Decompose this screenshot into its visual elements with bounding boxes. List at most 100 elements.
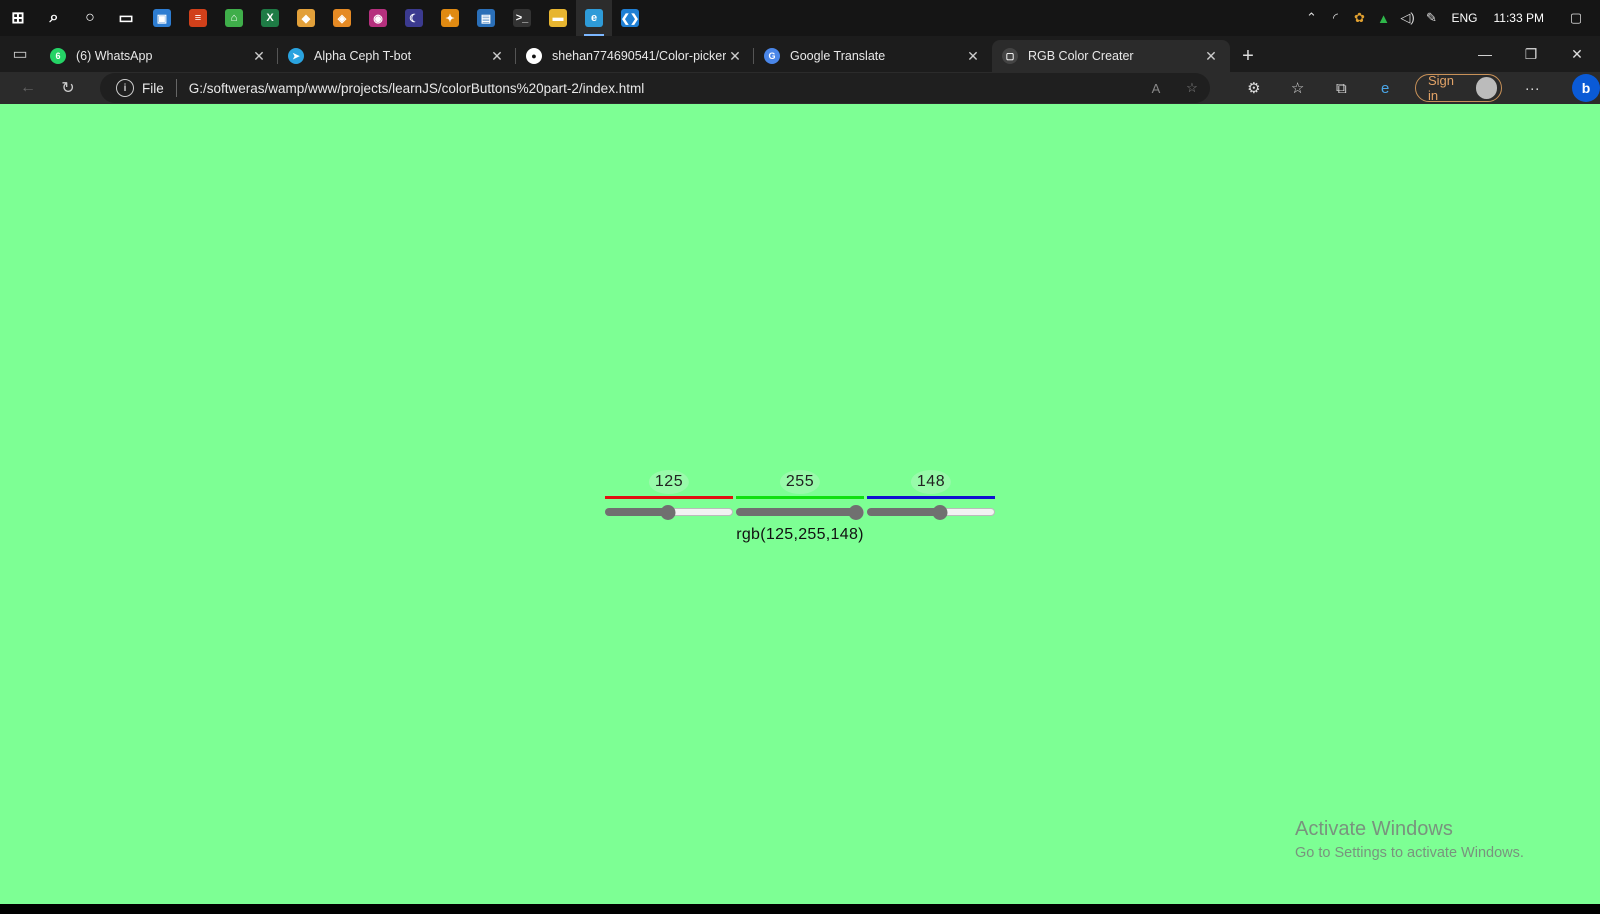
- excel-icon-glyph: X: [261, 9, 279, 27]
- app-icon-7[interactable]: ▤: [468, 0, 504, 36]
- red-channel: 125: [605, 470, 733, 526]
- tab-2[interactable]: ➤ Alpha Ceph T-bot ✕: [278, 40, 516, 72]
- tab-actions-icon[interactable]: ▭: [0, 36, 40, 72]
- app-icon-4[interactable]: ◈: [324, 0, 360, 36]
- sign-in-button[interactable]: Sign in: [1415, 73, 1503, 103]
- address-divider: [175, 79, 177, 97]
- tab-close-icon[interactable]: ✕: [964, 47, 982, 65]
- app-icon-6[interactable]: ✦: [432, 0, 468, 36]
- app-icon-2-glyph: ≡: [189, 9, 207, 27]
- tab-close-icon[interactable]: ✕: [250, 47, 268, 65]
- green-slider-fill: [736, 508, 856, 516]
- collections-icon[interactable]: ⧉: [1320, 72, 1364, 104]
- tab-4[interactable]: G Google Translate ✕: [754, 40, 992, 72]
- excel-icon[interactable]: X: [252, 0, 288, 36]
- app-icon-4-glyph: ◈: [333, 9, 351, 27]
- tab-title: (6) WhatsApp: [76, 49, 153, 63]
- app-icon-5[interactable]: ◉: [360, 0, 396, 36]
- channel-sliders: 125 255 148: [605, 470, 995, 526]
- watermark-title: Activate Windows: [1295, 818, 1453, 840]
- add-favorite-icon[interactable]: ☆: [1174, 80, 1210, 96]
- file-explorer-icon-glyph: ▬: [549, 9, 567, 27]
- terminal-icon-glyph: >_: [513, 9, 531, 27]
- minimize-icon[interactable]: —: [1462, 36, 1508, 72]
- browser-toolbar: ← ↻ i File G:/softweras/wamp/www/project…: [0, 72, 1600, 104]
- cortana-icon-glyph: ○: [85, 9, 95, 26]
- tab-title: shehan774690541/Color-picker-: [552, 49, 726, 63]
- toolbar-right: ⚙ ☆ ⧉ e Sign in ··· b: [1232, 72, 1600, 104]
- extensions-icon[interactable]: ⚙: [1232, 72, 1276, 104]
- color-picker: 125 255 148 rgb(125,255,148): [605, 470, 995, 544]
- tab-list: 6 (6) WhatsApp ✕ ➤ Alpha Ceph T-bot ✕ ● shehan7…: [40, 40, 1230, 72]
- tab-close-icon[interactable]: ✕: [488, 47, 506, 65]
- eclipse-icon[interactable]: ☾: [396, 0, 432, 36]
- tab-title: Alpha Ceph T-bot: [314, 49, 412, 63]
- file-explorer-icon[interactable]: ▬: [540, 0, 576, 36]
- new-tab-button[interactable]: +: [1230, 40, 1266, 72]
- sign-in-label: Sign in: [1428, 73, 1455, 103]
- blue-slider-thumb[interactable]: [932, 505, 948, 520]
- more-options-icon[interactable]: ···: [1510, 72, 1554, 104]
- volume-icon[interactable]: ◁): [1396, 0, 1420, 36]
- tab-favicon-icon: G: [764, 48, 780, 64]
- browser-tab-strip: ▭ 6 (6) WhatsApp ✕ ➤ Alpha Ceph T-bot ✕ ● sheha…: [0, 36, 1600, 72]
- app-icon-3[interactable]: ⌂: [216, 0, 252, 36]
- read-aloud-icon[interactable]: A: [1138, 81, 1174, 96]
- tab-5[interactable]: ▢ RGB Color Creater ✕: [992, 40, 1230, 72]
- red-color-line: [605, 496, 733, 499]
- tray-app-icon[interactable]: ▲: [1372, 0, 1396, 36]
- red-value: 125: [648, 470, 690, 494]
- address-bar[interactable]: i File G:/softweras/wamp/www/projects/le…: [100, 73, 1210, 103]
- vscode-icon[interactable]: ❮❯: [612, 0, 648, 36]
- url-text[interactable]: G:/softweras/wamp/www/projects/learnJS/c…: [189, 81, 1138, 96]
- tab-3[interactable]: ● shehan774690541/Color-picker- ✕: [516, 40, 754, 72]
- task-view-icon-glyph: ▭: [118, 10, 134, 27]
- git-icon[interactable]: ◆: [288, 0, 324, 36]
- green-color-line: [736, 496, 864, 499]
- tab-close-icon[interactable]: ✕: [726, 47, 744, 65]
- windows-start-icon[interactable]: ⊞: [0, 0, 36, 36]
- bottom-edge: [0, 904, 1600, 914]
- edge-bar-icon[interactable]: e: [1363, 72, 1407, 104]
- edge-icon[interactable]: e: [576, 0, 612, 36]
- blue-channel: 148: [867, 470, 995, 526]
- tab-favicon-icon: ●: [526, 48, 542, 64]
- app-tray-icon[interactable]: ✿: [1348, 0, 1372, 36]
- notification-icon[interactable]: ▢: [1552, 0, 1600, 36]
- tab-title: Google Translate: [790, 49, 886, 63]
- windows-taskbar: ⊞ ⌕ ○ ▭ ▣ ≡ ⌂ X ◆ ◈ ◉ ☾ ✦ ▤ >_ ▬ e ❮❯ ⌃ ◜ ✿ ▲ ◁) ✎ ENG 11…: [0, 0, 1600, 36]
- task-view-icon[interactable]: ▭: [108, 0, 144, 36]
- tab-favicon-icon: ▢: [1002, 48, 1018, 64]
- tab-1[interactable]: 6 (6) WhatsApp ✕: [40, 40, 278, 72]
- pen-icon[interactable]: ✎: [1420, 0, 1444, 36]
- cortana-icon[interactable]: ○: [72, 0, 108, 36]
- system-tray: ⌃ ◜ ✿ ▲ ◁) ✎ ENG 11:33 PM ▢: [1300, 0, 1600, 36]
- back-arrow-icon[interactable]: ←: [8, 72, 48, 104]
- watermark-subtitle: Go to Settings to activate Windows.: [1295, 845, 1524, 861]
- chevron-up-icon[interactable]: ⌃: [1300, 0, 1324, 36]
- bing-icon[interactable]: b: [1572, 74, 1600, 102]
- app-icon-3-glyph: ⌂: [225, 9, 243, 27]
- search-icon[interactable]: ⌕: [36, 0, 72, 36]
- app-icon-1[interactable]: ▣: [144, 0, 180, 36]
- app-icon-2[interactable]: ≡: [180, 0, 216, 36]
- tab-title: RGB Color Creater: [1028, 49, 1134, 63]
- red-slider-thumb[interactable]: [660, 505, 676, 520]
- blue-slider-fill: [867, 508, 940, 516]
- vscode-icon-glyph: ❮❯: [621, 9, 639, 27]
- tab-close-icon[interactable]: ✕: [1202, 47, 1220, 65]
- info-icon[interactable]: i: [116, 79, 134, 97]
- clock[interactable]: 11:33 PM: [1486, 11, 1552, 25]
- terminal-icon[interactable]: >_: [504, 0, 540, 36]
- restore-icon[interactable]: ❐: [1508, 36, 1554, 72]
- favorites-icon[interactable]: ☆: [1276, 72, 1320, 104]
- language-indicator[interactable]: ENG: [1444, 11, 1486, 25]
- close-window-icon[interactable]: ✕: [1554, 36, 1600, 72]
- rgb-output: rgb(125,255,148): [736, 526, 864, 543]
- green-slider-thumb[interactable]: [848, 505, 864, 520]
- red-slider-fill: [605, 508, 668, 516]
- wifi-icon[interactable]: ◜: [1324, 0, 1348, 36]
- refresh-icon[interactable]: ↻: [48, 72, 88, 104]
- search-icon-glyph: ⌕: [49, 9, 59, 26]
- page-content: 125 255 148 rgb(125,255,148) Activate Wind…: [0, 104, 1600, 904]
